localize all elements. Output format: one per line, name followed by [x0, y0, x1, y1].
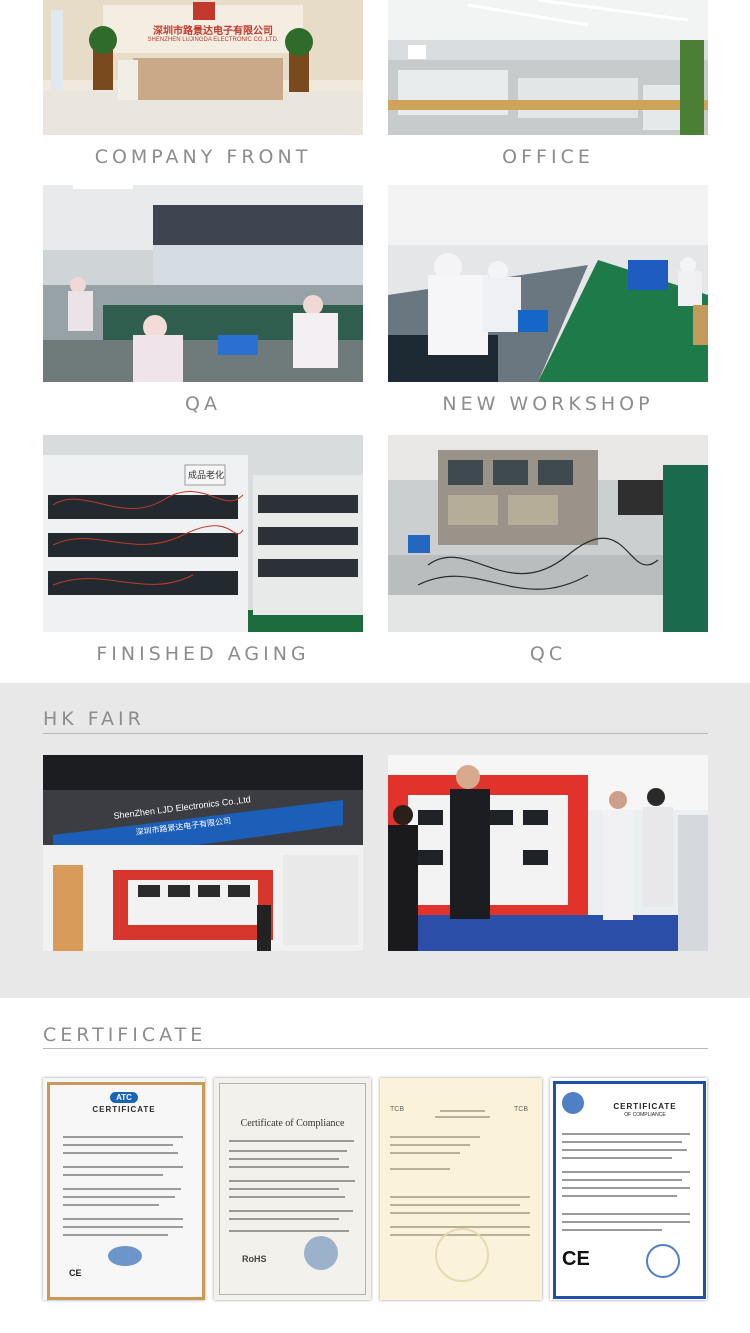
atc-seal-icon — [108, 1246, 142, 1266]
aging-sign: 成品老化 — [187, 471, 224, 481]
ce-cert-heading: CERTIFICATE — [613, 1102, 677, 1111]
certificate-compliance: Certificate of Compliance RoHS — [214, 1078, 371, 1300]
caption-office: OFFICE — [502, 146, 594, 168]
ce-cert-mark: CE — [562, 1248, 590, 1270]
qa-photo — [43, 185, 363, 382]
company-sign-english: SHENZHEN LUJINGDA ELECTRONIC CO.,LTD. — [147, 37, 279, 43]
ce-cert-sub: OF COMPLIANCE — [624, 1112, 666, 1118]
certificate-title: CERTIFICATE — [43, 1024, 207, 1046]
tcb-logo-right: TCB — [514, 1106, 528, 1113]
tcb-logo-left: TCB — [390, 1106, 404, 1113]
hk-fair-booth-photo: ShenZhen LJD Electronics Co.,Ltd 深圳市路景达电… — [43, 755, 363, 951]
hk-fair-title: HK FAIR — [43, 708, 145, 730]
caption-new-workshop: NEW WORKSHOP — [442, 393, 654, 415]
company-sign: 深圳市路景达电子有限公司 — [153, 26, 273, 37]
ce-cert-stamp-icon — [646, 1244, 680, 1278]
hk-fair-visitors-photo — [388, 755, 708, 951]
compliance-seal-icon — [304, 1236, 338, 1270]
office-photo — [388, 0, 708, 135]
company-front-photo: 深圳市路景达电子有限公司 SHENZHEN LUJINGDA ELECTRONI… — [43, 0, 363, 135]
atc-heading: CERTIFICATE — [92, 1105, 156, 1114]
caption-qc: QC — [529, 643, 567, 665]
qc-photo — [388, 435, 708, 632]
rohs-mark: RoHS — [242, 1254, 267, 1264]
ce-cert-logo-icon — [562, 1092, 584, 1114]
atc-logo: ATC — [110, 1092, 138, 1103]
certificate-ce-compliance: CERTIFICATE OF COMPLIANCE CE — [550, 1078, 707, 1300]
caption-company-front: COMPANY FRONT — [94, 146, 312, 168]
caption-finished-aging: FINISHED AGING — [96, 643, 310, 665]
certificate-tcb: TCB TCB — [380, 1078, 542, 1300]
caption-qa: QA — [185, 393, 221, 415]
atc-ce-mark: CE — [69, 1268, 82, 1278]
new-workshop-photo — [388, 185, 708, 382]
certificate-atc: ATC CERTIFICATE CE — [43, 1078, 205, 1300]
certificate-divider — [43, 1048, 708, 1049]
tcb-watermark-icon — [435, 1228, 489, 1282]
hk-fair-divider — [43, 733, 708, 734]
finished-aging-photo: 成品老化 — [43, 435, 363, 632]
compliance-heading: Certificate of Compliance — [240, 1118, 345, 1129]
